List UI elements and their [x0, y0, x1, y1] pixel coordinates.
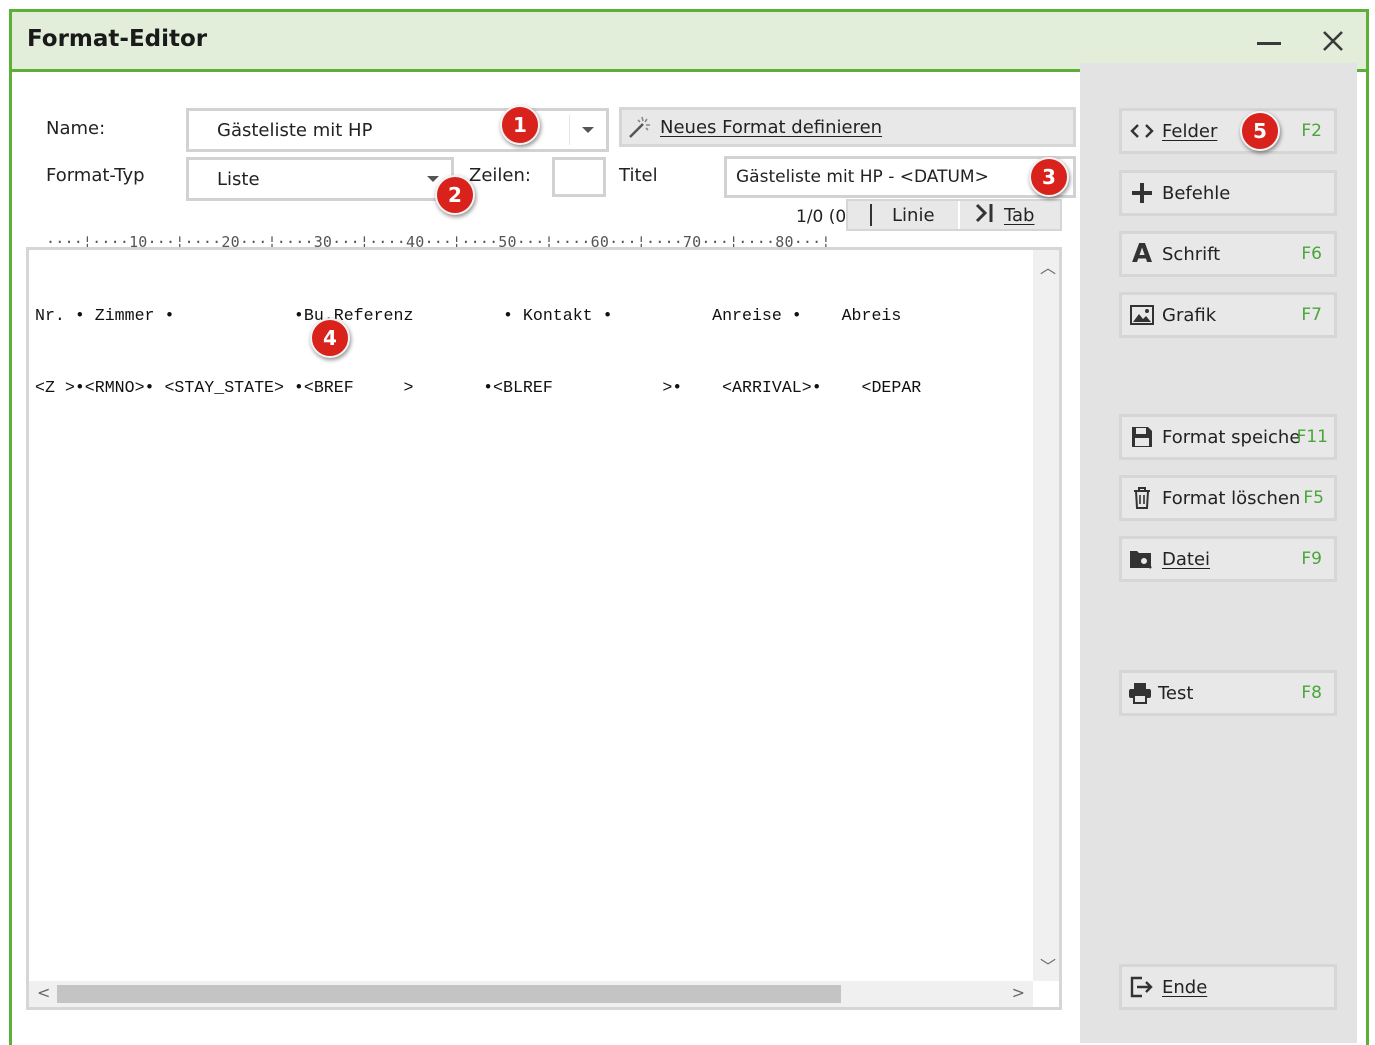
test-button[interactable]: Test F8: [1119, 670, 1337, 716]
close-button[interactable]: [1308, 18, 1358, 64]
annotation-badge-1: 1: [500, 105, 540, 145]
graphic-shortcut: F7: [1301, 305, 1322, 325]
insert-toolbar: Linie Tab: [846, 199, 1062, 231]
vertical-scrollbar[interactable]: ︿ ﹀: [1033, 250, 1059, 981]
new-format-button[interactable]: Neues Format definieren: [619, 107, 1076, 147]
delete-format-button[interactable]: Format löschen F5: [1119, 475, 1337, 521]
editor-line: <Z >•<RMNO>• <STAY_STATE> •<BREF > •<BLR…: [35, 378, 922, 397]
printer-icon: [1126, 682, 1154, 704]
graphic-button-label: Grafik: [1162, 304, 1217, 326]
image-icon: [1128, 305, 1156, 325]
name-dropdown[interactable]: Gästeliste mit HP: [186, 108, 609, 152]
font-button-label: Schrift: [1162, 243, 1221, 265]
tab-button[interactable]: Tab: [966, 201, 1062, 229]
line-icon: [870, 204, 872, 226]
lines-label: Zeilen:: [469, 165, 531, 186]
name-label: Name:: [46, 118, 106, 139]
plus-icon: [1128, 182, 1156, 204]
horizontal-scroll-thumb[interactable]: [57, 985, 841, 1003]
exit-button[interactable]: Ende: [1119, 964, 1337, 1010]
file-button[interactable]: Datei F9: [1119, 536, 1337, 582]
file-shortcut: F9: [1301, 549, 1322, 569]
save-format-shortcut: F11: [1296, 427, 1328, 447]
editor-line: Nr. • Zimmer • •Bu.Referenz • Kontakt • …: [35, 306, 902, 325]
commands-button-label: Befehle: [1162, 182, 1231, 204]
new-format-label: Neues Format definieren: [660, 116, 883, 138]
editor-text[interactable]: Nr. • Zimmer • •Bu.Referenz • Kontakt • …: [35, 256, 1028, 976]
file-search-icon: [1128, 548, 1156, 570]
format-type-value: Liste: [217, 168, 260, 190]
annotation-badge-5: 5: [1240, 111, 1280, 151]
scroll-down-icon[interactable]: ﹀: [1040, 953, 1056, 977]
code-icon: [1128, 122, 1156, 140]
format-type-label: Format-Typ: [46, 165, 145, 186]
scroll-left-icon[interactable]: <: [37, 983, 50, 1002]
test-button-label: Test: [1158, 682, 1194, 704]
annotation-badge-2: 2: [435, 175, 475, 215]
commands-button[interactable]: Befehle: [1119, 170, 1337, 216]
font-icon: A: [1131, 239, 1153, 269]
name-value: Gästeliste mit HP: [217, 119, 373, 141]
font-button[interactable]: A Schrift F6: [1119, 231, 1337, 277]
window-title: Format-Editor: [27, 26, 208, 52]
fields-button-label: Felder: [1162, 120, 1218, 142]
save-format-label: Format speiche: [1162, 426, 1301, 448]
annotation-badge-3: 3: [1029, 157, 1069, 197]
annotation-badge-4: 4: [310, 318, 350, 358]
delete-format-label: Format löschen: [1162, 487, 1301, 509]
minimize-button[interactable]: [1244, 18, 1294, 64]
chevron-down-icon[interactable]: [570, 111, 606, 149]
minimize-icon: [1257, 41, 1281, 45]
magic-wand-icon: [626, 115, 654, 139]
exit-button-label: Ende: [1162, 976, 1208, 998]
fields-button[interactable]: Felder F2: [1119, 108, 1337, 154]
file-button-label: Datei: [1162, 548, 1211, 570]
save-icon: [1128, 426, 1156, 448]
test-shortcut: F8: [1301, 683, 1322, 703]
title-value: Gästeliste mit HP - <DATUM>: [736, 167, 989, 187]
tab-button-label: Tab: [1004, 204, 1035, 226]
title-input[interactable]: Gästeliste mit HP - <DATUM>: [724, 156, 1076, 198]
font-shortcut: F6: [1301, 244, 1322, 264]
scroll-right-icon[interactable]: >: [1012, 983, 1025, 1002]
tab-icon: [974, 202, 996, 229]
line-button-label: Linie: [892, 204, 935, 226]
cursor-position: 1/0 (0): [796, 207, 853, 227]
delete-format-shortcut: F5: [1303, 488, 1324, 508]
trash-icon: [1128, 486, 1156, 510]
horizontal-scrollbar[interactable]: < >: [29, 981, 1033, 1007]
format-editor-area[interactable]: Nr. • Zimmer • •Bu.Referenz • Kontakt • …: [26, 247, 1062, 1010]
line-button[interactable]: Linie: [854, 201, 960, 229]
close-icon: [1323, 31, 1343, 51]
fields-shortcut: F2: [1301, 121, 1322, 141]
lines-input[interactable]: [552, 157, 606, 197]
title-label: Titel: [619, 165, 658, 186]
format-type-dropdown[interactable]: Liste: [186, 157, 454, 201]
exit-icon: [1128, 976, 1156, 998]
scroll-up-icon[interactable]: ︿: [1040, 254, 1056, 278]
graphic-button[interactable]: Grafik F7: [1119, 292, 1337, 338]
save-format-button[interactable]: Format speiche F11: [1119, 414, 1337, 460]
